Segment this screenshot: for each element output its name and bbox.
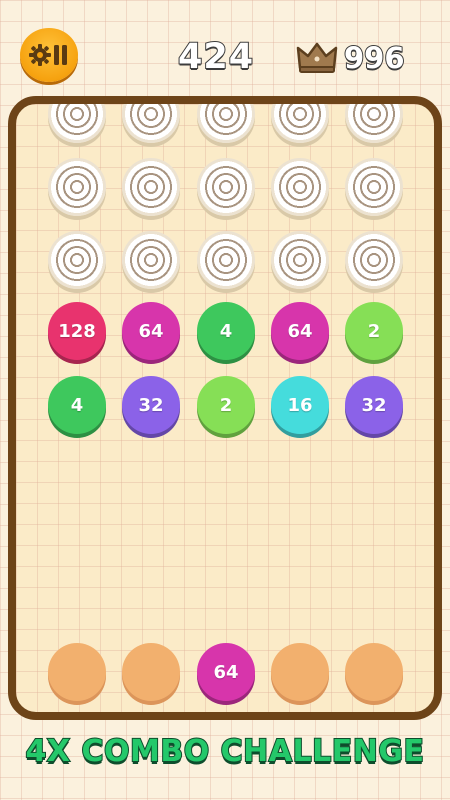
number-disc-label: 64	[271, 302, 329, 360]
game-board[interactable]: 128 64 4 64 2 4 32 2 16 32 64	[8, 96, 442, 720]
target-ring-icon	[48, 104, 106, 143]
number-disc: 32	[122, 376, 180, 434]
target-ring-icon	[122, 231, 180, 289]
empty-cell-target	[345, 104, 403, 143]
target-ring-icon	[271, 158, 329, 216]
target-ring-icon	[271, 104, 329, 143]
empty-cell-target	[271, 104, 329, 143]
number-disc-label: 2	[197, 376, 255, 434]
empty-cell-target	[345, 158, 403, 216]
launch-slot[interactable]	[48, 643, 106, 701]
settings-pause-button[interactable]	[20, 28, 78, 82]
empty-launch-disc[interactable]	[345, 643, 403, 701]
crown-icon	[296, 42, 338, 73]
empty-cell-target	[122, 104, 180, 143]
target-ring-icon	[122, 104, 180, 143]
target-ring-icon	[197, 231, 255, 289]
target-ring-icon	[345, 104, 403, 143]
number-disc-label: 4	[48, 376, 106, 434]
number-disc-label: 128	[48, 302, 106, 360]
number-disc: 2	[197, 376, 255, 434]
number-disc: 128	[48, 302, 106, 360]
number-disc: 4	[197, 302, 255, 360]
target-ring-icon	[197, 104, 255, 143]
launch-slot[interactable]: 64	[197, 643, 255, 701]
empty-cell-target	[345, 231, 403, 289]
number-disc-label: 4	[197, 302, 255, 360]
number-disc: 2	[345, 302, 403, 360]
empty-cell-target	[197, 104, 255, 143]
target-ring-icon	[197, 158, 255, 216]
number-disc: 32	[345, 376, 403, 434]
next-disc[interactable]: 64	[197, 643, 255, 701]
number-disc-label: 2	[345, 302, 403, 360]
target-ring-icon	[122, 158, 180, 216]
number-disc-label: 32	[122, 376, 180, 434]
number-disc-label: 16	[271, 376, 329, 434]
current-score: 424	[177, 36, 255, 78]
number-disc: 64	[271, 302, 329, 360]
number-disc: 16	[271, 376, 329, 434]
launch-slot[interactable]	[122, 643, 180, 701]
gear-pause-icon	[29, 44, 67, 66]
target-ring-icon	[345, 158, 403, 216]
target-ring-icon	[345, 231, 403, 289]
empty-cell-target	[48, 231, 106, 289]
empty-launch-disc[interactable]	[48, 643, 106, 701]
empty-cell-target	[48, 158, 106, 216]
number-disc-label: 64	[122, 302, 180, 360]
empty-cell-target	[122, 231, 180, 289]
empty-cell-target	[48, 104, 106, 143]
number-disc-label: 32	[345, 376, 403, 434]
best-score: 996	[343, 40, 406, 76]
number-disc: 64	[122, 302, 180, 360]
challenge-banner: 4X COMBO CHALLENGE	[25, 733, 425, 770]
target-ring-icon	[48, 231, 106, 289]
target-ring-icon	[48, 158, 106, 216]
empty-launch-disc[interactable]	[271, 643, 329, 701]
launch-slot[interactable]	[345, 643, 403, 701]
empty-launch-disc[interactable]	[122, 643, 180, 701]
empty-cell-target	[271, 158, 329, 216]
empty-cell-target	[271, 231, 329, 289]
empty-cell-target	[122, 158, 180, 216]
number-disc: 4	[48, 376, 106, 434]
launch-slot[interactable]	[271, 643, 329, 701]
empty-cell-target	[197, 158, 255, 216]
empty-cell-target	[197, 231, 255, 289]
target-ring-icon	[271, 231, 329, 289]
